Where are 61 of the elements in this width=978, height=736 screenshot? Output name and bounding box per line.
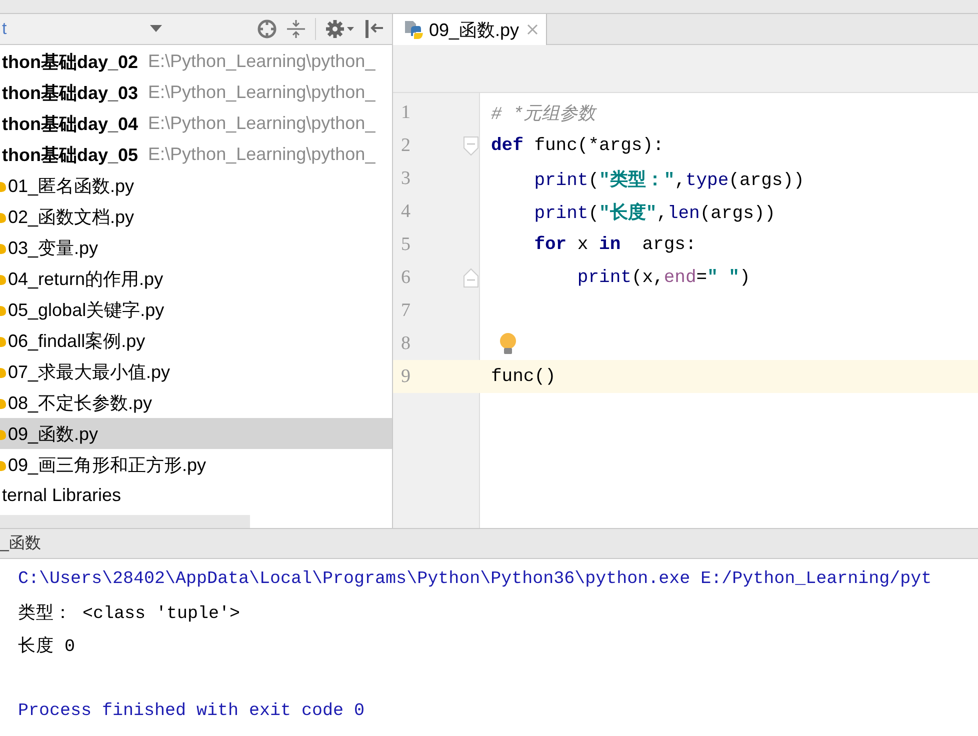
python-file-icon	[0, 210, 6, 222]
console-line: Process finished with exit code 0	[18, 700, 365, 720]
locate-icon[interactable]	[257, 19, 277, 39]
module-path: E:\Python_Learning\python_	[148, 144, 376, 165]
file-name[interactable]: 08_不定长参数.py	[8, 390, 152, 414]
python-file-icon	[0, 242, 6, 254]
code-line: print(x,end=" ")	[576, 268, 750, 288]
file-name[interactable]: 09_函数.py	[8, 422, 98, 446]
module-name[interactable]: thon基础day_03	[2, 80, 138, 104]
scrollbar[interactable]	[0, 515, 250, 528]
console-line: 类型： <class 'tuple'>	[18, 602, 240, 624]
editor-tab[interactable]: 09_函数.py	[393, 14, 548, 45]
file-name[interactable]: 09_画三角形和正方形.py	[8, 452, 206, 476]
file-name[interactable]: 03_变量.py	[8, 236, 98, 260]
python-file-icon	[0, 180, 6, 192]
file-name[interactable]: 04_return的作用.py	[8, 266, 164, 290]
console-line: 长度 0	[18, 635, 76, 656]
file-name[interactable]: 05_global关键字.py	[8, 298, 164, 322]
lightbulb-icon[interactable]	[499, 332, 517, 356]
code-line: print("长度",len(args))	[533, 201, 776, 224]
settings-icon[interactable]	[325, 19, 355, 39]
file-name[interactable]: 01_匿名函数.py	[8, 174, 134, 198]
library-node[interactable]: ternal Libraries	[2, 485, 122, 506]
python-file-icon	[0, 458, 6, 470]
hide-panel-icon[interactable]	[364, 19, 384, 39]
line-number: 6	[401, 266, 412, 288]
line-number: 2	[401, 134, 412, 156]
python-file-icon	[0, 304, 6, 316]
module-name[interactable]: thon基础day_02	[2, 50, 138, 74]
file-name[interactable]: 02_函数文档.py	[8, 204, 134, 228]
collapse-icon[interactable]	[286, 19, 306, 39]
module-name[interactable]: thon基础day_04	[2, 112, 138, 136]
line-number: 1	[401, 102, 412, 124]
code-line: print("类型：",type(args))	[533, 168, 804, 190]
module-name[interactable]: thon基础day_05	[2, 142, 138, 166]
file-name[interactable]: 07_求最大最小值.py	[8, 360, 170, 384]
dropdown-caret-icon[interactable]	[150, 25, 162, 33]
code-line: def func(*args):	[491, 136, 664, 156]
module-path: E:\Python_Learning\python_	[148, 113, 376, 134]
module-path: E:\Python_Learning\python_	[148, 51, 376, 72]
line-number: 4	[401, 200, 412, 222]
python-file-icon	[0, 366, 6, 378]
file-name[interactable]: 06_findall案例.py	[8, 328, 146, 352]
view-selector[interactable]: t	[2, 19, 7, 39]
run-tab-title[interactable]: _函数	[0, 533, 41, 554]
line-number: 3	[401, 168, 412, 190]
close-icon[interactable]	[527, 24, 538, 35]
code-line: # *元组参数	[491, 103, 596, 124]
console-line: C:\Users\28402\AppData\Local\Programs\Python\Python36\python.exe E:/Python_Learning/pyt	[18, 568, 932, 588]
python-file-icon	[0, 272, 6, 284]
module-path: E:\Python_Learning\python_	[148, 82, 376, 103]
line-number: 9	[401, 366, 412, 388]
python-file-icon	[0, 334, 6, 346]
code-line: for x in args:	[533, 234, 696, 254]
line-number: 8	[401, 332, 412, 354]
python-file-icon	[0, 428, 6, 440]
line-number: 7	[401, 300, 412, 322]
python-file-icon	[403, 18, 425, 40]
python-file-icon	[0, 396, 6, 408]
line-number: 5	[401, 234, 412, 256]
code-line: func()	[491, 366, 556, 386]
